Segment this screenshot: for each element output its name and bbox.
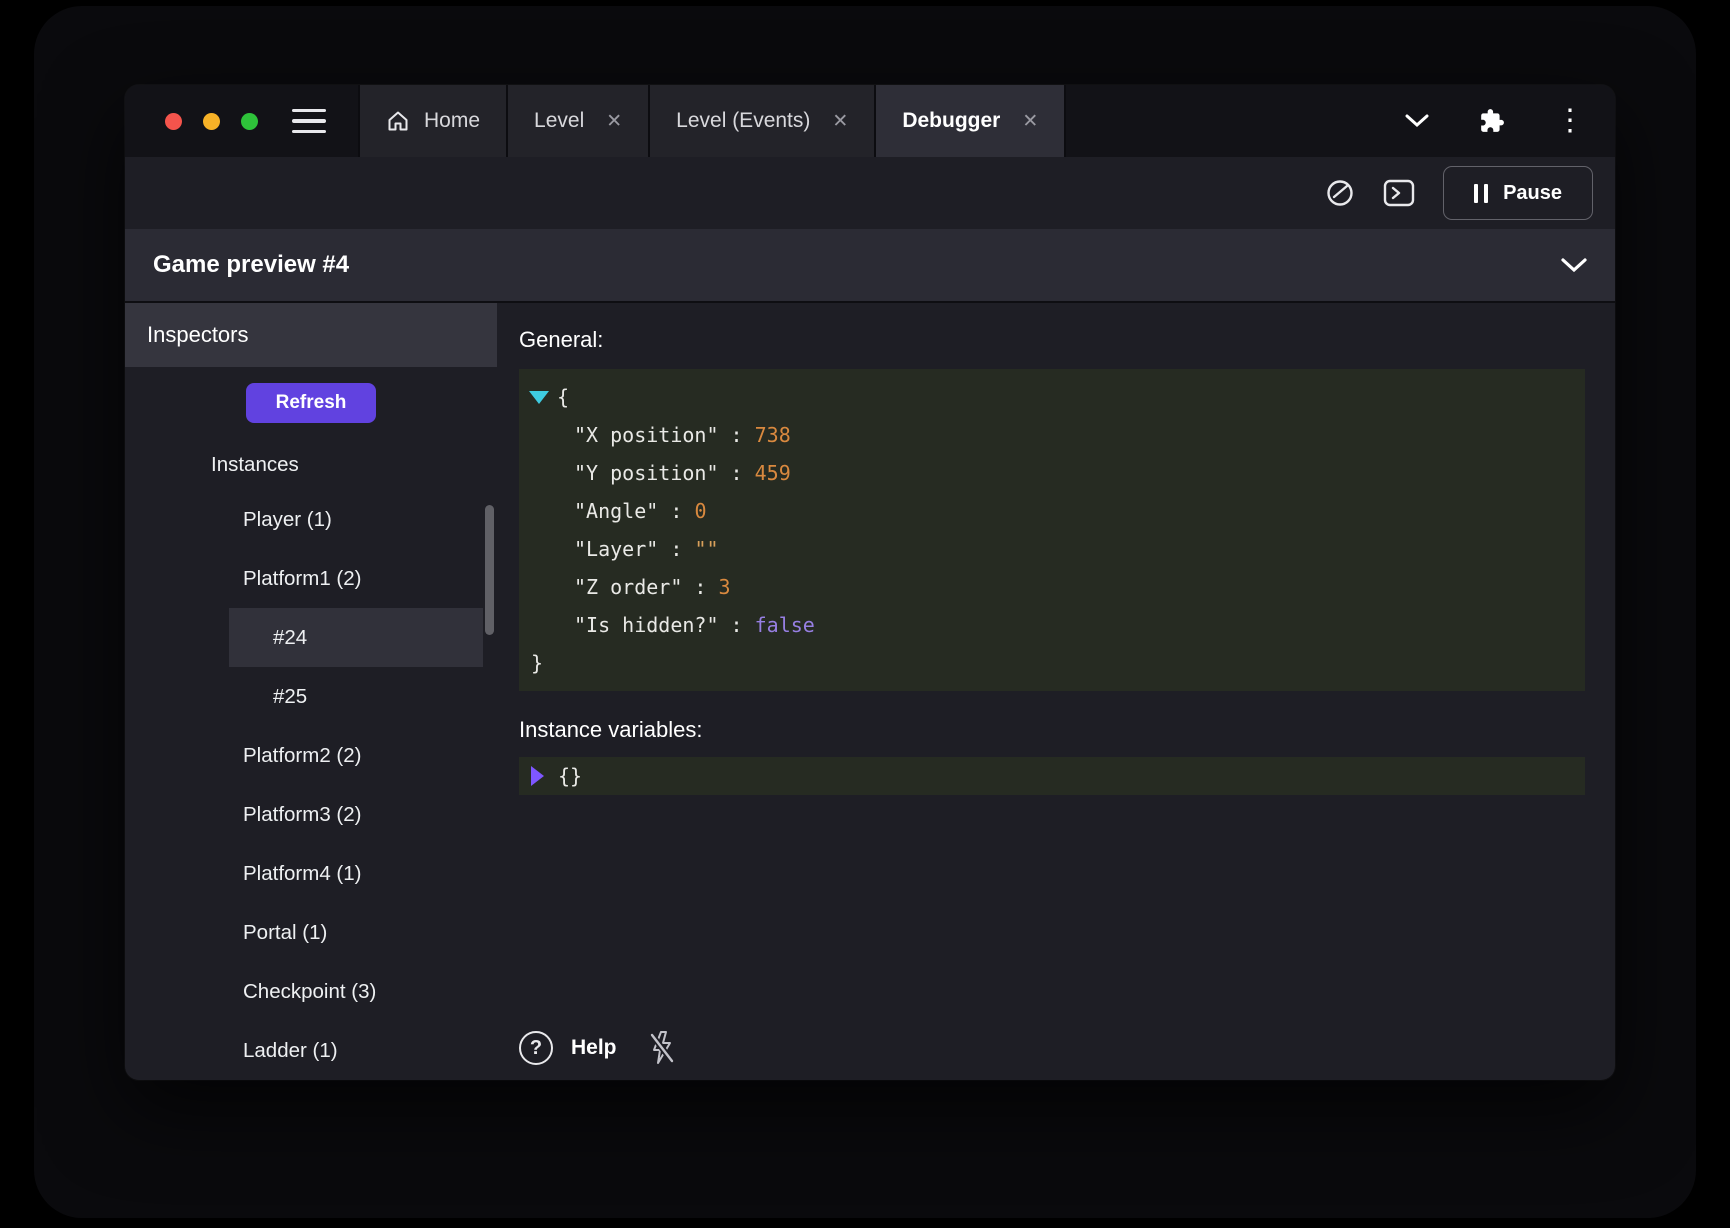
- preview-chevron-down-icon[interactable]: [1561, 258, 1587, 273]
- expand-triangle-icon[interactable]: [531, 766, 544, 786]
- instance-variables-value: {}: [558, 764, 582, 788]
- property-key: Angle: [574, 499, 694, 523]
- console-icon[interactable]: [1383, 179, 1415, 207]
- instance-variables-label: Instance variables:: [519, 717, 1585, 743]
- instance-tree-item-label: Ladder (1): [243, 1039, 338, 1063]
- instance-tree-item-label: Checkpoint (3): [243, 980, 376, 1004]
- instance-tree-item-label: Platform3 (2): [243, 803, 361, 827]
- close-window-button[interactable]: [165, 113, 182, 130]
- instance-tree-item[interactable]: Checkpoint (3): [125, 962, 497, 1021]
- tab-bar-actions: ⋮: [1405, 85, 1615, 157]
- overflow-menu-icon[interactable]: ⋮: [1555, 106, 1585, 136]
- tab-level[interactable]: Level ✕: [508, 85, 650, 157]
- tab-home[interactable]: Home: [358, 85, 508, 157]
- general-section-label: General:: [519, 327, 1585, 353]
- open-brace: {: [557, 385, 569, 409]
- home-icon: [386, 109, 410, 133]
- pause-icon: [1474, 184, 1488, 203]
- close-brace: }: [531, 651, 543, 675]
- property-row: Layer "": [519, 530, 1585, 568]
- inspectors-header: Inspectors: [125, 303, 497, 367]
- tab-close-icon[interactable]: ✕: [832, 110, 848, 133]
- instance-tree-item[interactable]: Platform2 (2): [125, 726, 497, 785]
- property-key: Z order: [574, 575, 719, 599]
- property-key: X position: [574, 423, 755, 447]
- inspectors-sidebar: Inspectors Refresh Instances Player (1) …: [125, 303, 497, 1080]
- tabs: Home Level ✕ Level (Events) ✕ Debugger ✕: [358, 85, 1066, 157]
- inspector-panel: General: { X position 738 Y posi: [497, 303, 1615, 1080]
- instance-tree-item[interactable]: #25: [229, 667, 483, 726]
- property-list: X position 738 Y position 459 Angle 0: [519, 416, 1585, 644]
- instance-tree-item-label: Platform2 (2): [243, 744, 361, 768]
- help-row: ? Help: [519, 1030, 677, 1066]
- zoom-window-button[interactable]: [241, 113, 258, 130]
- instance-tree-item[interactable]: Platform1 (2): [125, 549, 497, 608]
- tab-close-icon[interactable]: ✕: [606, 110, 622, 133]
- flash-off-icon[interactable]: [647, 1030, 677, 1066]
- instance-tree-item[interactable]: Platform3 (2): [125, 785, 497, 844]
- json-close-line: }: [519, 644, 1585, 682]
- tab-label: Level (Events): [676, 109, 810, 133]
- property-value[interactable]: false: [755, 613, 815, 637]
- property-value[interactable]: 0: [694, 499, 706, 523]
- sidebar-scrollbar-thumb[interactable]: [485, 505, 494, 635]
- instance-tree-item-label: Platform4 (1): [243, 862, 361, 886]
- tab-debugger[interactable]: Debugger ✕: [876, 85, 1066, 157]
- property-row: X position 738: [519, 416, 1585, 454]
- instance-tree-item[interactable]: Platform4 (1): [125, 844, 497, 903]
- extensions-puzzle-icon[interactable]: [1479, 108, 1505, 134]
- tab-label: Debugger: [902, 109, 1000, 133]
- property-row: Angle 0: [519, 492, 1585, 530]
- property-value[interactable]: 459: [755, 461, 791, 485]
- property-row: Z order 3: [519, 568, 1585, 606]
- general-properties-panel: { X position 738 Y position 459: [519, 369, 1585, 691]
- property-row: Y position 459: [519, 454, 1585, 492]
- instance-tree-item-label: Platform1 (2): [243, 567, 361, 591]
- property-value[interactable]: "": [694, 537, 718, 561]
- instance-tree-item-label: #24: [273, 626, 307, 650]
- property-key: Layer: [574, 537, 694, 561]
- game-preview-header[interactable]: Game preview #4: [125, 229, 1615, 303]
- instance-tree-item-label: Player (1): [243, 508, 332, 532]
- property-value[interactable]: 3: [719, 575, 731, 599]
- instance-tree-item[interactable]: #24: [229, 608, 483, 667]
- debugger-toolbar: Pause: [125, 157, 1615, 229]
- property-value[interactable]: 738: [755, 423, 791, 447]
- instance-variables-panel: {}: [519, 757, 1585, 795]
- instances-tree: Player (1) Platform1 (2) #24 #25: [125, 490, 497, 1080]
- json-open-line: {: [519, 378, 1585, 416]
- collapse-triangle-icon[interactable]: [529, 391, 549, 404]
- help-label[interactable]: Help: [571, 1036, 617, 1060]
- refresh-button[interactable]: Refresh: [246, 383, 377, 423]
- property-row: Is hidden? false: [519, 606, 1585, 644]
- window-controls: [125, 85, 286, 157]
- tab-label: Level: [534, 109, 584, 133]
- instance-tree-item[interactable]: Player (1): [125, 490, 497, 549]
- property-key: Is hidden?: [574, 613, 755, 637]
- app-window: Home Level ✕ Level (Events) ✕ Debugger ✕: [125, 85, 1615, 1080]
- pause-button[interactable]: Pause: [1443, 166, 1593, 220]
- instance-tree-item[interactable]: Ladder (1): [125, 1021, 497, 1080]
- debugger-content: Inspectors Refresh Instances Player (1) …: [125, 303, 1615, 1080]
- tab-label: Home: [424, 109, 480, 133]
- profiler-icon[interactable]: [1325, 178, 1355, 208]
- help-icon[interactable]: ?: [519, 1031, 553, 1065]
- game-preview-title: Game preview #4: [153, 251, 349, 279]
- tab-bar: Home Level ✕ Level (Events) ✕ Debugger ✕: [125, 85, 1615, 157]
- instance-tree-item-label: Portal (1): [243, 921, 327, 945]
- instances-root-item[interactable]: Instances: [125, 439, 497, 490]
- main-menu-icon[interactable]: [292, 109, 326, 134]
- minimize-window-button[interactable]: [203, 113, 220, 130]
- pause-button-label: Pause: [1503, 182, 1562, 205]
- tab-close-icon[interactable]: ✕: [1022, 110, 1038, 133]
- instance-tree-item-label: #25: [273, 685, 307, 709]
- tab-level-events[interactable]: Level (Events) ✕: [650, 85, 876, 157]
- chevron-down-icon[interactable]: [1405, 114, 1429, 128]
- property-key: Y position: [574, 461, 755, 485]
- instance-tree-item[interactable]: Portal (1): [125, 903, 497, 962]
